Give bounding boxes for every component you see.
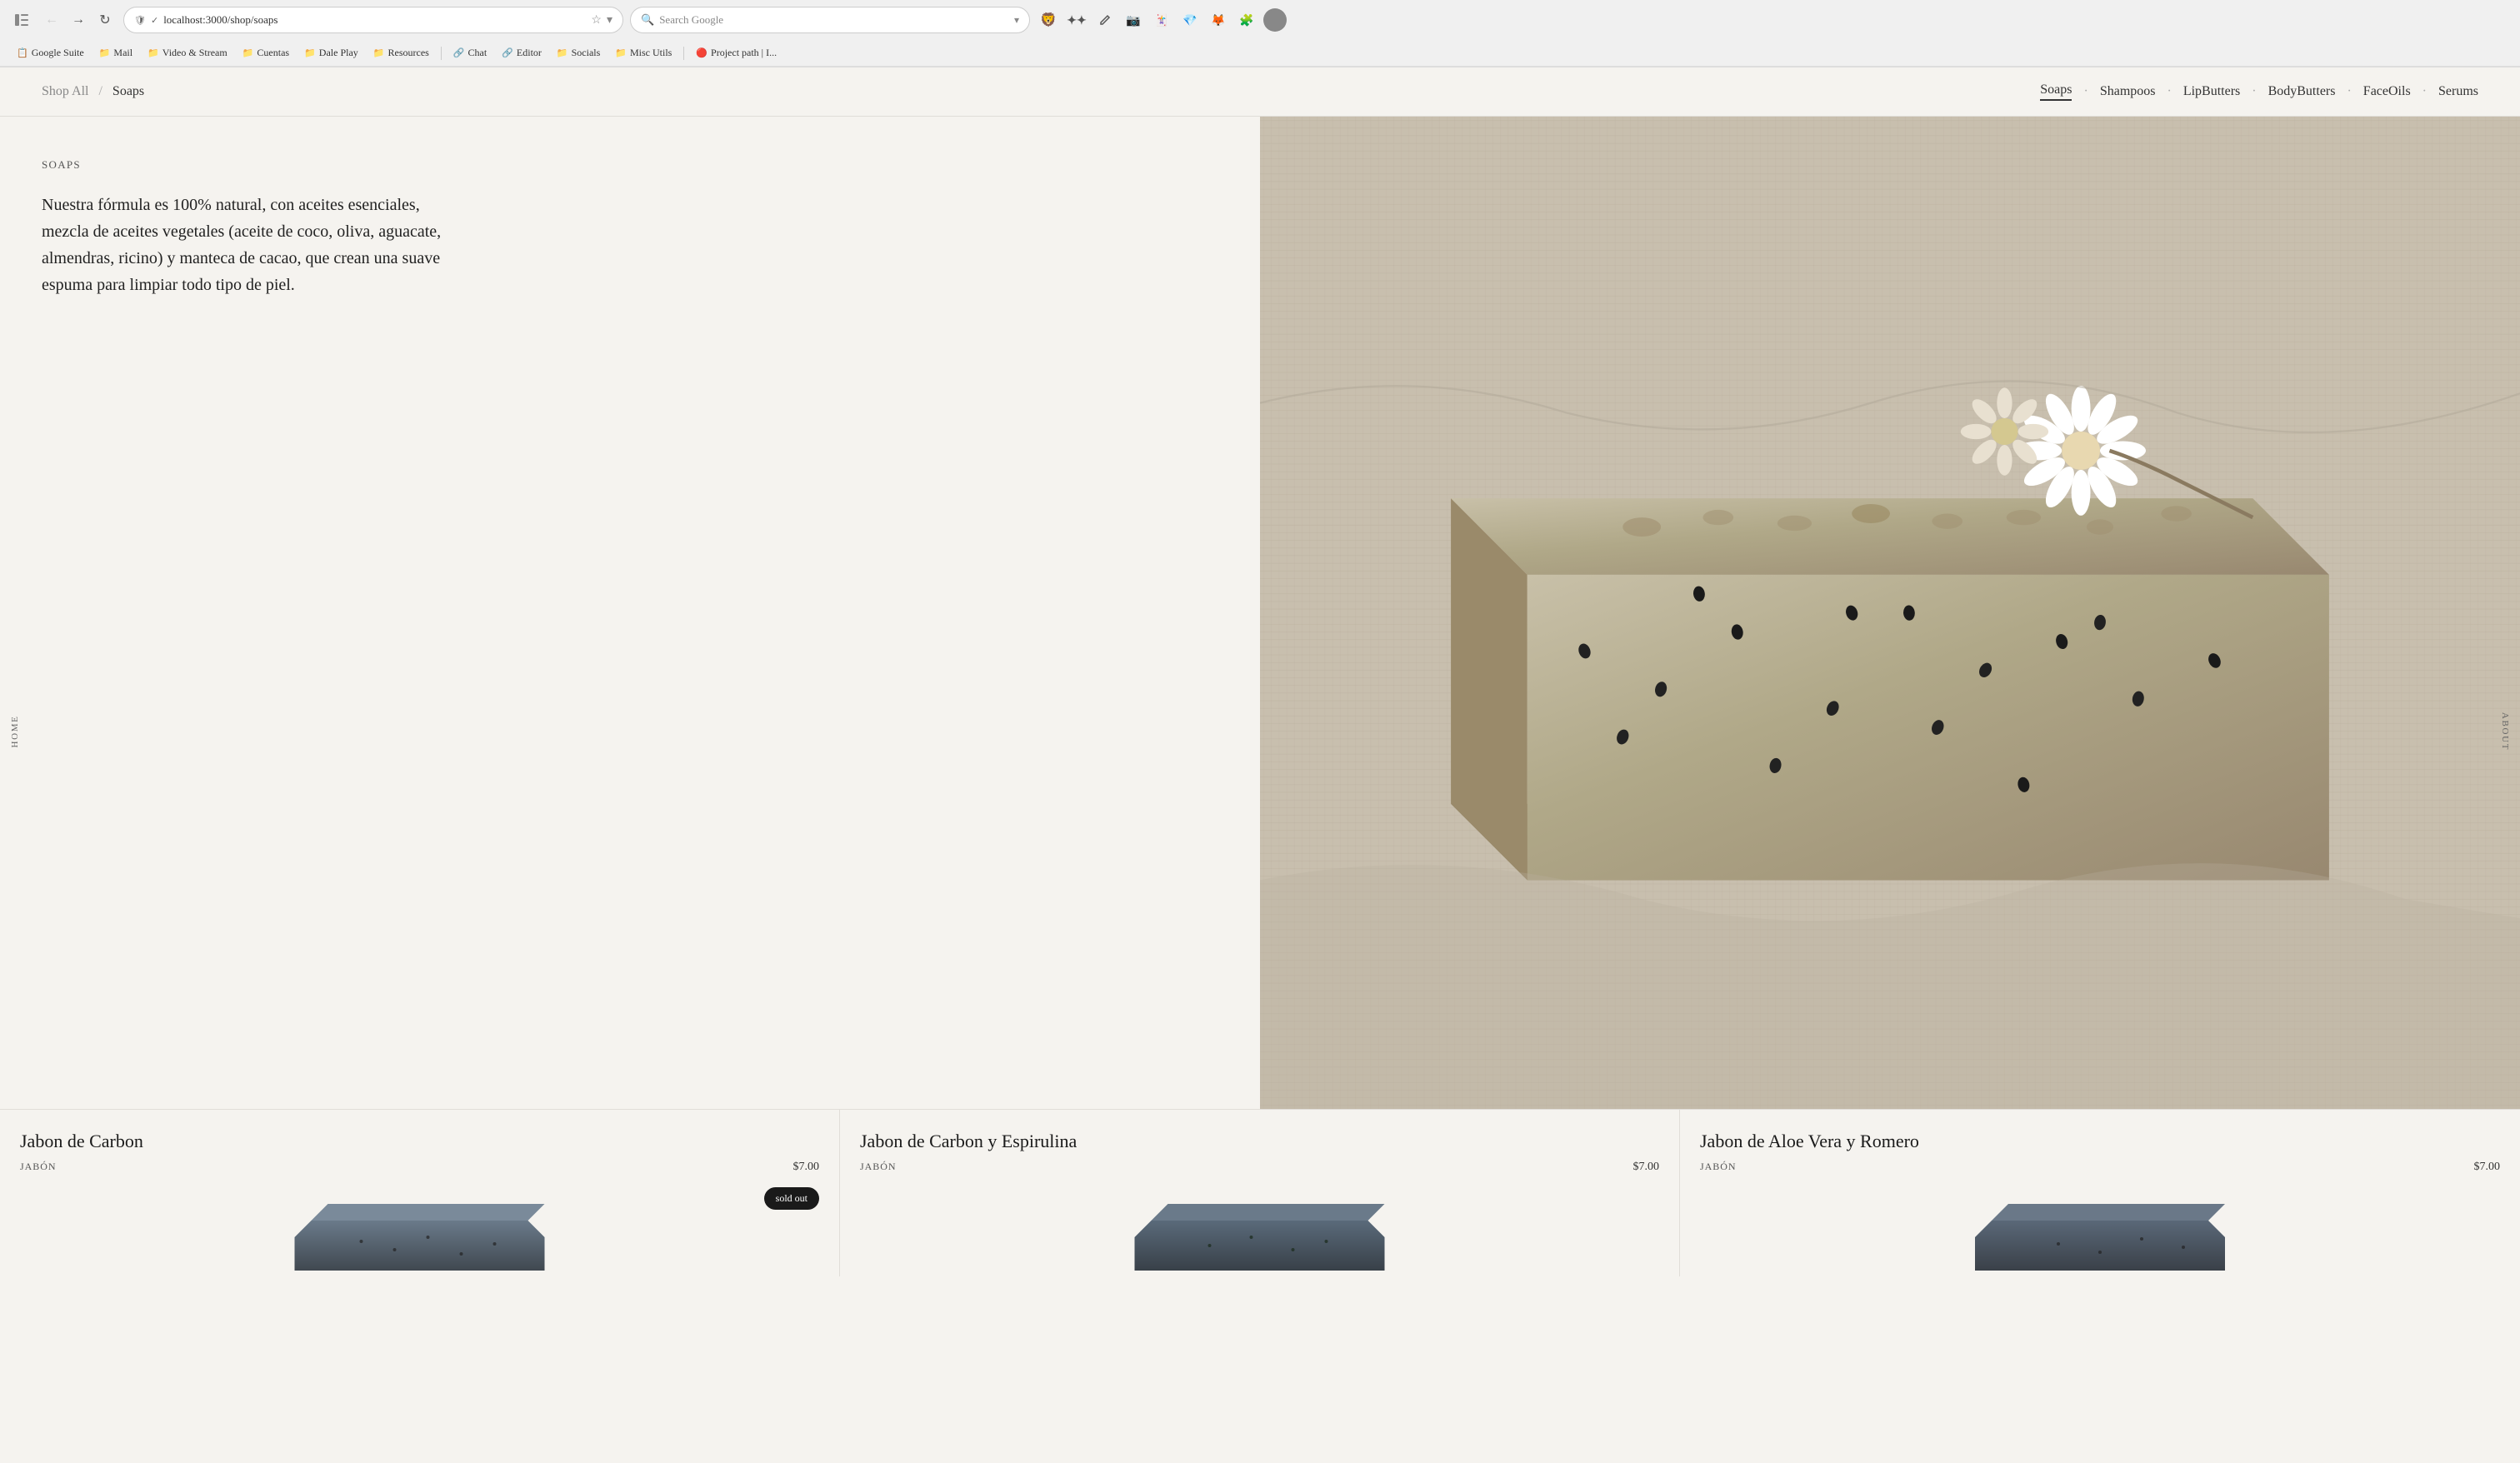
product-meta-1: JABÓN $7.00	[20, 1161, 819, 1174]
product-type-1: JABÓN	[20, 1161, 56, 1173]
sidebar-toggle-button[interactable]	[10, 8, 33, 32]
product-price-1: $7.00	[793, 1161, 820, 1174]
bookmark-sep-1	[441, 47, 442, 60]
hero-image-panel	[1260, 117, 2520, 1109]
mail-icon: 📁	[99, 47, 111, 58]
address-bar[interactable]: 🛡 ✓ localhost:3000/shop/soaps ☆ ▾	[123, 7, 623, 33]
bookmark-cuentas[interactable]: 📁 Cuentas	[236, 44, 296, 62]
crypto-icon[interactable]: 💎	[1178, 8, 1202, 32]
nav-faceoils-link[interactable]: FaceOils	[2363, 84, 2411, 99]
extensions-icon[interactable]: ✦✦	[1065, 8, 1088, 32]
nav-menu: Soaps · Shampoos · LipButters · BodyButt…	[2040, 82, 2478, 101]
search-icon: 🔍	[641, 13, 654, 27]
product-card-carbon[interactable]: Jabon de Carbon JABÓN $7.00 sold out	[0, 1110, 840, 1276]
products-grid: Jabon de Carbon JABÓN $7.00 sold out	[0, 1109, 2520, 1276]
bookmark-misc-utils[interactable]: 📁 Misc Utils	[608, 44, 678, 62]
bookmark-dale-play[interactable]: 📁 Dale Play	[298, 44, 365, 62]
nav-buttons: ← → ↻	[40, 8, 117, 32]
product-image-2	[860, 1196, 1659, 1271]
cuentas-icon: 📁	[242, 47, 254, 58]
product-image-area-3	[1700, 1187, 2500, 1271]
nav-lipbutters-link[interactable]: LipButters	[2183, 84, 2240, 99]
search-dropdown-icon[interactable]: ▾	[1014, 14, 1019, 27]
product-price-3: $7.00	[2474, 1161, 2501, 1174]
about-side-label[interactable]: ABOUT	[2493, 696, 2517, 767]
browser-chrome: ← → ↻ 🛡 ✓ localhost:3000/shop/soaps ☆ ▾ …	[0, 0, 2520, 67]
sold-out-badge: sold out	[764, 1187, 819, 1210]
raspberry-icon: 🔴	[696, 47, 708, 58]
google-suite-icon: 📋	[17, 47, 28, 58]
forward-button[interactable]: →	[67, 8, 90, 32]
bookmark-mail[interactable]: 📁 Mail	[92, 44, 139, 62]
website: HOME ABOUT Shop All / Soaps Soaps · Sham…	[0, 67, 2520, 1276]
bookmarks-bar: 📋 Google Suite 📁 Mail 📁 Video & Stream 📁…	[0, 40, 2520, 67]
video-icon: 📁	[148, 47, 159, 58]
product-type-3: JABÓN	[1700, 1161, 1736, 1173]
camera-icon[interactable]: 📷	[1122, 8, 1145, 32]
extension-icon[interactable]: 🧩	[1235, 8, 1258, 32]
bookmark-project-path[interactable]: 🔴 Project path | I...	[689, 44, 783, 62]
product-name-1: Jabon de Carbon	[20, 1130, 819, 1154]
product-name-3: Jabon de Aloe Vera y Romero	[1700, 1130, 2500, 1154]
site-navigation: Shop All / Soaps Soaps · Shampoos · LipB…	[0, 67, 2520, 117]
nav-serums-link[interactable]: Serums	[2438, 84, 2478, 99]
browser-toolbar: ← → ↻ 🛡 ✓ localhost:3000/shop/soaps ☆ ▾ …	[0, 0, 2520, 40]
product-price-2: $7.00	[1633, 1161, 1660, 1174]
bookmark-star-icon[interactable]: ☆	[591, 13, 602, 27]
bookmark-google-suite[interactable]: 📋 Google Suite	[10, 44, 91, 62]
nav-soaps-link[interactable]: Soaps	[2040, 82, 2072, 101]
hero-description-text: Nuestra fórmula es 100% natural, con ace…	[42, 192, 458, 298]
bookmark-editor[interactable]: 🔗 Editor	[495, 44, 548, 62]
verified-icon: ✓	[151, 15, 158, 26]
user-avatar[interactable]	[1263, 8, 1287, 32]
breadcrumb-current: Soaps	[112, 84, 144, 99]
brave-shield-icon[interactable]: 🦁	[1037, 8, 1060, 32]
back-button[interactable]: ←	[40, 8, 63, 32]
hero-text-panel: SOAPS Nuestra fórmula es 100% natural, c…	[0, 117, 1260, 1109]
product-meta-2: JABÓN $7.00	[860, 1161, 1659, 1174]
fox-icon[interactable]: 🦊	[1207, 8, 1230, 32]
edit-icon[interactable]	[1093, 8, 1117, 32]
home-side-label[interactable]: HOME	[3, 699, 27, 765]
editor-icon: 🔗	[502, 47, 513, 58]
breadcrumb: Shop All / Soaps	[42, 84, 144, 99]
product-card-espirulina[interactable]: Jabon de Carbon y Espirulina JABÓN $7.00	[840, 1110, 1680, 1276]
search-bar[interactable]: 🔍 Search Google ▾	[630, 7, 1030, 33]
bookmark-socials[interactable]: 📁 Socials	[550, 44, 607, 62]
resources-icon: 📁	[373, 47, 385, 58]
browser-icons: 🦁 ✦✦ 📷 🃏 💎 🦊 🧩	[1037, 8, 1287, 32]
breadcrumb-shop-all-link[interactable]: Shop All	[42, 84, 88, 99]
product-image-1	[20, 1196, 819, 1271]
bookmark-chat[interactable]: 🔗 Chat	[447, 44, 493, 62]
search-placeholder-text: Search Google	[659, 13, 723, 27]
refresh-button[interactable]: ↻	[93, 8, 117, 32]
breadcrumb-separator: /	[98, 84, 102, 99]
product-name-2: Jabon de Carbon y Espirulina	[860, 1130, 1659, 1154]
hero-category-label: SOAPS	[42, 158, 1218, 172]
product-card-aloe[interactable]: Jabon de Aloe Vera y Romero JABÓN $7.00	[1680, 1110, 2520, 1276]
nav-bodybutters-link[interactable]: BodyButters	[2268, 84, 2336, 99]
shield-icon: 🛡	[134, 15, 146, 26]
rewards-icon[interactable]: 🃏	[1150, 8, 1173, 32]
dale-play-icon: 📁	[304, 47, 316, 58]
bookmark-sep-2	[683, 47, 684, 60]
product-image-3	[1700, 1196, 2500, 1271]
product-image-area-2	[860, 1187, 1659, 1271]
address-bar-menu-icon[interactable]: ▾	[607, 13, 612, 27]
misc-utils-icon: 📁	[615, 47, 627, 58]
socials-icon: 📁	[557, 47, 568, 58]
bookmark-video-stream[interactable]: 📁 Video & Stream	[141, 44, 234, 62]
bookmark-resources[interactable]: 📁 Resources	[367, 44, 436, 62]
nav-shampoos-link[interactable]: Shampoos	[2100, 84, 2156, 99]
product-image-area-1: sold out	[20, 1187, 819, 1271]
product-meta-3: JABÓN $7.00	[1700, 1161, 2500, 1174]
url-text: localhost:3000/shop/soaps	[163, 13, 586, 27]
hero-section: SOAPS Nuestra fórmula es 100% natural, c…	[0, 117, 2520, 1109]
product-type-2: JABÓN	[860, 1161, 896, 1173]
chat-icon: 🔗	[453, 47, 465, 58]
